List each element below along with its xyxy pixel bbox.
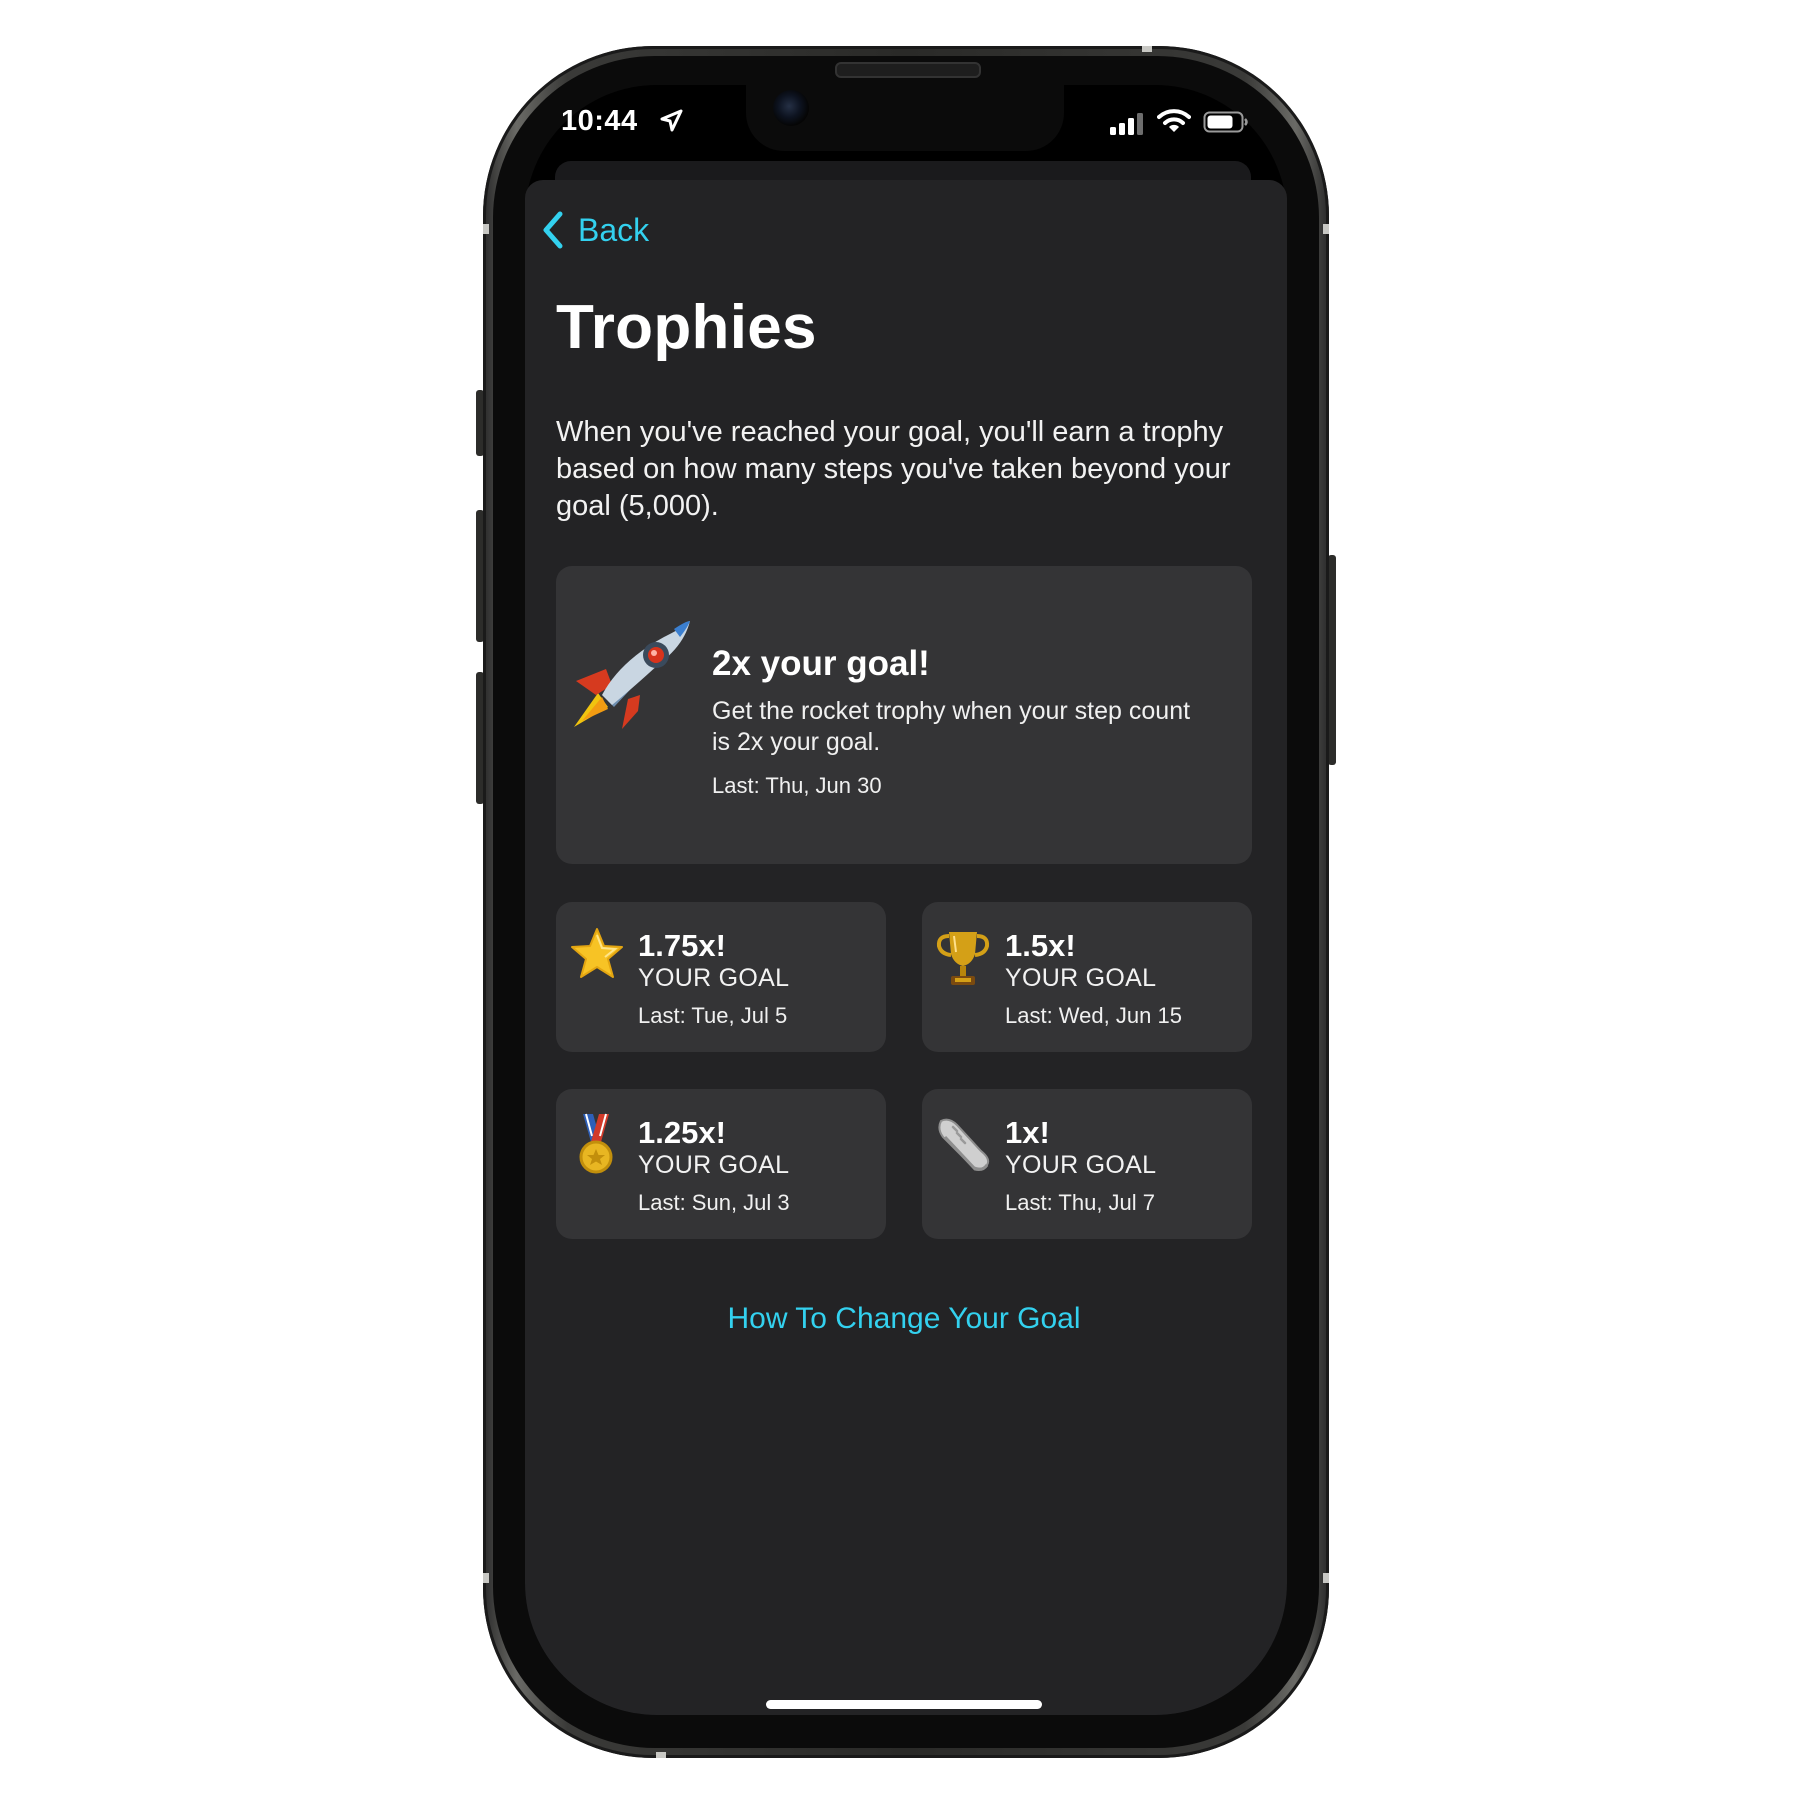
antenna-band [1323, 1573, 1329, 1583]
antenna-band [483, 1573, 489, 1583]
trophy-last-earned: Last: Thu, Jul 7 [1005, 1190, 1156, 1215]
trophy-title: 1.75x! [638, 928, 726, 963]
power-button [1328, 555, 1336, 765]
home-indicator[interactable] [766, 1700, 1042, 1709]
device-mockup: 10:44 Back Trophies When you've reached … [0, 0, 1800, 1800]
status-time: 10:44 [561, 105, 638, 137]
trophy-subtitle: YOUR GOAL [638, 1151, 790, 1179]
front-camera [773, 90, 809, 126]
location-arrow-icon [660, 109, 683, 132]
medal-icon [579, 1113, 613, 1174]
trophy-last-earned: Last: Wed, Jun 15 [1005, 1003, 1182, 1028]
earpiece-speaker [835, 62, 981, 78]
featured-trophy-title: 2x your goal! [712, 644, 930, 683]
antenna-band [483, 224, 489, 234]
intro-text: When you've reached your goal, you'll ea… [556, 416, 1231, 522]
trophy-subtitle: YOUR GOAL [1005, 1151, 1157, 1179]
star-icon [571, 928, 623, 978]
trophy-title: 1.25x! [638, 1115, 726, 1150]
trophy-last-earned: Last: Sun, Jul 3 [638, 1190, 790, 1215]
trophy-last-earned: Last: Tue, Jul 5 [638, 1003, 788, 1028]
back-button[interactable]: Back [540, 210, 649, 250]
trophy-title: 1.5x! [1005, 928, 1076, 963]
chevron-left-icon [543, 211, 563, 249]
battery-icon [1203, 111, 1248, 133]
back-label: Back [578, 211, 650, 248]
trophy-subtitle: YOUR GOAL [1005, 964, 1157, 992]
trophy-title: 1x! [1005, 1115, 1050, 1150]
antenna-band [1142, 46, 1152, 52]
how-to-change-goal-link[interactable]: How To Change Your Goal [556, 1302, 1252, 1336]
antenna-band [1323, 224, 1329, 234]
trophy-subtitle: YOUR GOAL [638, 964, 790, 992]
antenna-band [656, 1752, 666, 1758]
sneaker-icon [938, 1118, 990, 1171]
page-title: Trophies [556, 293, 817, 362]
cellular-signal-icon [1110, 113, 1143, 135]
featured-trophy-last-earned: Last: Thu, Jun 30 [712, 773, 882, 798]
wifi-icon [1157, 109, 1191, 132]
rocket-icon [574, 621, 690, 729]
featured-trophy-description: Get the rocket trophy when your step cou… [712, 697, 1191, 756]
trophy-cup-icon [936, 932, 990, 985]
